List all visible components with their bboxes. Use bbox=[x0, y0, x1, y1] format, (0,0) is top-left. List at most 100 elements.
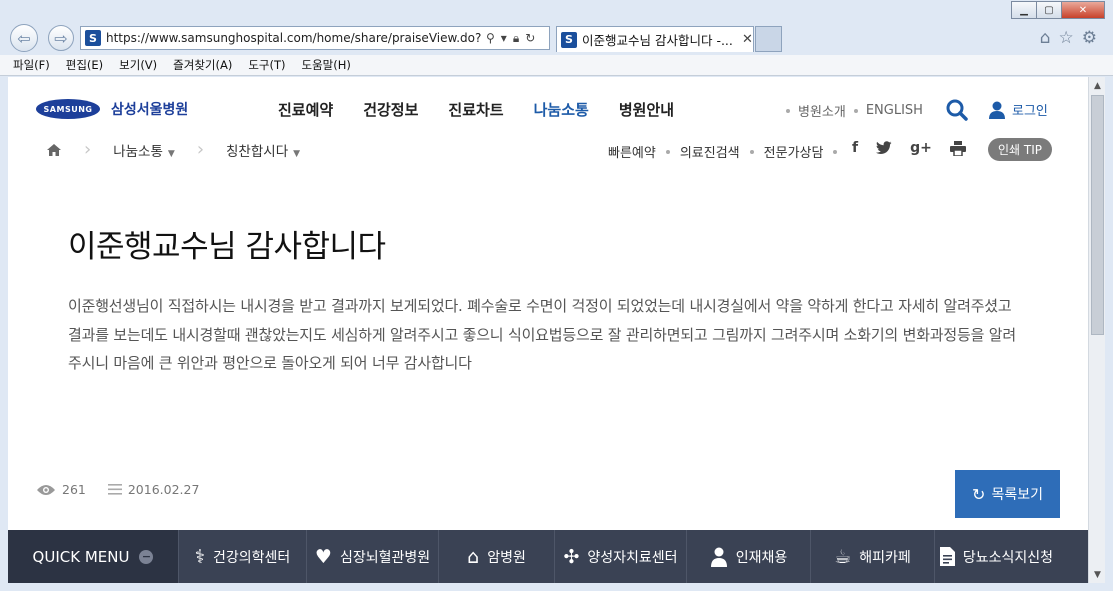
google-plus-icon[interactable]: g+ bbox=[910, 140, 932, 156]
post-date-value: 2016.02.27 bbox=[127, 482, 200, 497]
quick-menu-item-heart-center[interactable]: ♥ 심장뇌혈관병원 bbox=[306, 530, 438, 583]
refresh-arrow-icon: ↻ bbox=[972, 484, 986, 504]
scroll-down-icon[interactable]: ▼ bbox=[1089, 566, 1106, 583]
browser-window: ▁ ▢ ✕ ⇦ ⇨ S https://www.samsunghospital.… bbox=[0, 0, 1113, 591]
back-button[interactable]: ⇦ bbox=[10, 24, 38, 52]
address-bar[interactable]: S https://www.samsunghospital.com/home/s… bbox=[80, 26, 550, 50]
browser-tools: ⌂ ☆ ⚙ bbox=[1040, 28, 1097, 48]
forward-button[interactable]: ⇨ bbox=[48, 25, 74, 51]
quick-menu-item-proton-center[interactable]: ✣ 양성자치료센터 bbox=[554, 530, 686, 583]
eye-icon bbox=[37, 484, 55, 495]
menu-bar: 파일(F) 편집(E) 보기(V) 즐겨찾기(A) 도구(T) 도움말(H) bbox=[0, 55, 1113, 76]
window-controls: ▁ ▢ ✕ bbox=[1011, 1, 1105, 19]
document-icon bbox=[939, 547, 955, 566]
nav-item-reservation[interactable]: 진료예약 bbox=[278, 99, 333, 120]
print-icon[interactable] bbox=[949, 140, 966, 156]
site-favicon-icon: S bbox=[85, 30, 101, 46]
quick-menu-label: 양성자치료센터 bbox=[587, 549, 678, 566]
quick-menu-item-happy-cafe[interactable]: ☕︎ 해피카페 bbox=[810, 530, 934, 583]
quick-menu-label: 해피카페 bbox=[859, 549, 911, 566]
arrow-right-icon: ⇨ bbox=[54, 28, 68, 48]
menu-file[interactable]: 파일(F) bbox=[13, 57, 50, 73]
quick-menu-label: 인재채용 bbox=[735, 549, 788, 566]
quick-menu-item-cancer-hospital[interactable]: ⌂ 암병원 bbox=[438, 530, 554, 583]
caret-down-icon: ▼ bbox=[293, 148, 301, 159]
settings-gear-icon[interactable]: ⚙ bbox=[1082, 28, 1097, 48]
nav-item-hospital-info[interactable]: 병원안내 bbox=[619, 99, 674, 120]
atom-icon: ✣ bbox=[563, 545, 580, 568]
site-search-icon[interactable] bbox=[946, 99, 968, 121]
dropdown-icon[interactable]: ▾ bbox=[501, 31, 507, 46]
arrow-left-icon: ⇦ bbox=[17, 28, 31, 48]
quick-menu-item-careers[interactable]: 인재채용 bbox=[686, 530, 810, 583]
scroll-up-icon[interactable]: ▲ bbox=[1089, 77, 1106, 94]
hospital-name: 삼성서울병원 bbox=[111, 102, 189, 118]
scroll-thumb[interactable] bbox=[1091, 95, 1104, 335]
facebook-icon[interactable]: f bbox=[852, 140, 858, 156]
share-buttons: f g+ bbox=[852, 140, 966, 156]
menu-view[interactable]: 보기(V) bbox=[119, 57, 157, 73]
close-window-button[interactable]: ✕ bbox=[1061, 1, 1105, 19]
new-tab-button[interactable] bbox=[755, 26, 782, 52]
article-body: 이준행선생님이 직접하시는 내시경을 받고 결과까지 보게되었다. 폐수술로 수… bbox=[68, 297, 1016, 372]
post-date: 2016.02.27 bbox=[107, 482, 200, 497]
menu-tools[interactable]: 도구(T) bbox=[248, 57, 285, 73]
breadcrumb-item-praise[interactable]: 칭찬합시다 ▼ bbox=[226, 140, 300, 160]
person-icon bbox=[710, 547, 727, 567]
tab-title: 이준행교수님 감사합니다 -... bbox=[582, 33, 733, 48]
login-label: 로그인 bbox=[1012, 104, 1048, 119]
site-logo[interactable]: SAMSUNG 삼성서울병원 bbox=[36, 99, 188, 119]
stethoscope-icon: ⚕ bbox=[194, 545, 205, 568]
caret-down-icon: ▼ bbox=[167, 148, 175, 159]
quick-menu-label: 당뇨소식지신청 bbox=[962, 549, 1054, 566]
quick-menu-item-diabetes-newsletter[interactable]: 당뇨소식지신청 bbox=[934, 530, 1058, 583]
favorites-star-icon[interactable]: ☆ bbox=[1059, 28, 1074, 48]
home-icon[interactable]: ⌂ bbox=[1040, 28, 1051, 48]
breadcrumb: › 나눔소통 ▼ › 칭찬합시다 ▼ bbox=[46, 139, 300, 160]
utility-links: 병원소개 ENGLISH bbox=[778, 101, 923, 120]
search-icon[interactable]: ⚲ bbox=[486, 31, 495, 46]
back-to-list-label: 목록보기 bbox=[991, 487, 1043, 503]
back-to-list-button[interactable]: ↻ 목록보기 bbox=[955, 470, 1060, 518]
page-viewport: SAMSUNG 삼성서울병원 진료예약 건강정보 진료차트 나눔소통 병원안내 … bbox=[8, 77, 1088, 583]
vertical-scrollbar[interactable]: ▲ ▼ bbox=[1088, 77, 1105, 583]
quick-link-expert-consult[interactable]: 전문가상담 bbox=[764, 142, 824, 161]
quick-menu-label: 암병원 bbox=[487, 549, 526, 566]
print-tip-button[interactable]: 인쇄 TIP bbox=[988, 138, 1052, 161]
lock-icon[interactable]: 🔒︎ bbox=[513, 31, 519, 46]
quick-menu-toggle[interactable]: QUICK MENU − bbox=[8, 530, 178, 583]
nav-item-chart[interactable]: 진료차트 bbox=[448, 99, 503, 120]
tab-favicon-icon: S bbox=[561, 31, 577, 48]
article-meta: 261 2016.02.27 bbox=[36, 482, 221, 497]
quick-menu-title: QUICK MENU bbox=[32, 547, 130, 566]
breadcrumb-item-sharing[interactable]: 나눔소통 ▼ bbox=[113, 140, 175, 160]
view-count: 261 bbox=[36, 482, 86, 497]
article-title: 이준행교수님 감사합니다 bbox=[68, 229, 386, 265]
minus-icon: − bbox=[139, 549, 154, 564]
quick-menu-label: 건강의학센터 bbox=[213, 549, 291, 566]
browser-toolbar: ⇦ ⇨ S https://www.samsunghospital.com/ho… bbox=[0, 24, 1113, 54]
quick-link-fast-reservation[interactable]: 빠른예약 bbox=[608, 142, 656, 161]
nav-item-sharing[interactable]: 나눔소통 bbox=[534, 99, 589, 120]
quick-menu-item-health-center[interactable]: ⚕ 건강의학센터 bbox=[178, 530, 306, 583]
address-url[interactable]: https://www.samsunghospital.com/home/sha… bbox=[106, 31, 482, 45]
tab-close-icon[interactable]: ✕ bbox=[742, 32, 753, 47]
home-icon[interactable] bbox=[46, 143, 62, 157]
twitter-icon[interactable] bbox=[876, 141, 892, 155]
login-link[interactable]: 로그인 bbox=[988, 100, 1048, 119]
menu-favorites[interactable]: 즐겨찾기(A) bbox=[173, 57, 232, 73]
breadcrumb-separator-icon: › bbox=[84, 139, 92, 160]
quick-links: 빠른예약 의료진검색 전문가상담 bbox=[608, 142, 847, 161]
nav-item-health-info[interactable]: 건강정보 bbox=[363, 99, 418, 120]
menu-edit[interactable]: 편집(E) bbox=[66, 57, 103, 73]
minimize-button[interactable]: ▁ bbox=[1011, 1, 1037, 19]
browser-tab[interactable]: S 이준행교수님 감사합니다 -... ✕ bbox=[556, 26, 754, 52]
menu-help[interactable]: 도움말(H) bbox=[302, 57, 351, 73]
refresh-icon[interactable]: ↻ bbox=[525, 31, 535, 46]
maximize-button[interactable]: ▢ bbox=[1036, 1, 1062, 19]
quick-menu-bar: QUICK MENU − ⚕ 건강의학센터 ♥ 심장뇌혈관병원 ⌂ 암병원 ✣ … bbox=[8, 530, 1088, 583]
util-english-link[interactable]: ENGLISH bbox=[866, 103, 923, 118]
quick-link-doctor-search[interactable]: 의료진검색 bbox=[680, 142, 740, 161]
util-about-link[interactable]: 병원소개 bbox=[798, 101, 846, 120]
coffee-cup-icon: ☕︎ bbox=[834, 545, 852, 568]
